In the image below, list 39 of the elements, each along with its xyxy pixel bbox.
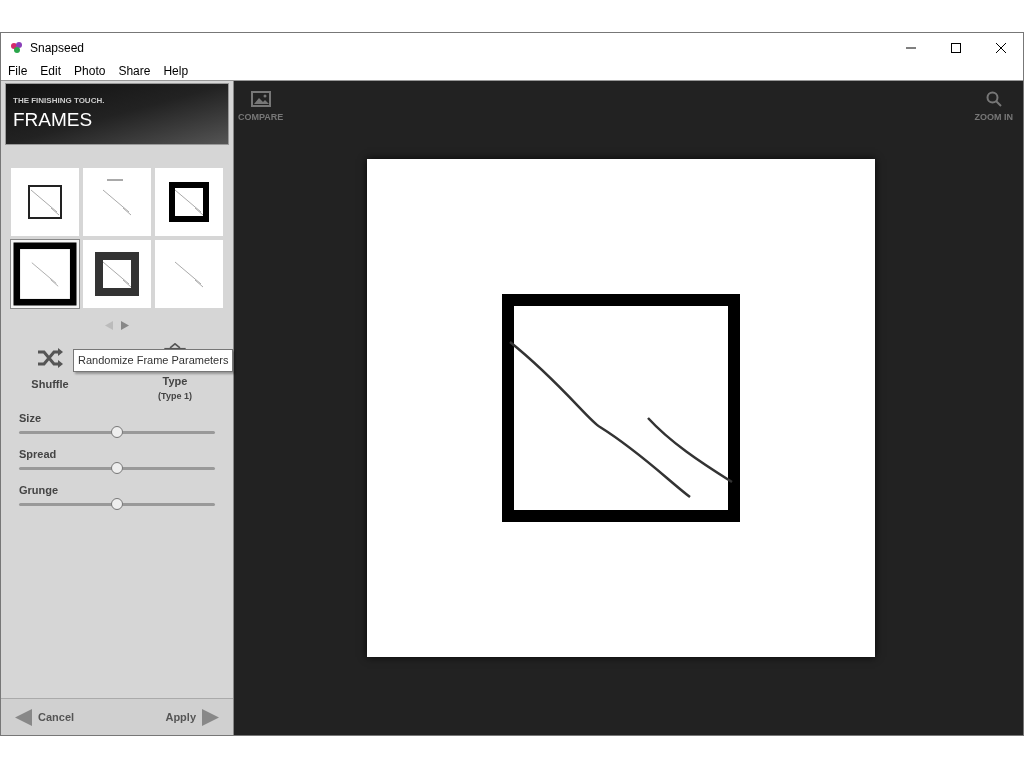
- maximize-icon: [950, 42, 961, 53]
- panel-subtitle: THE FINISHING TOUCH.: [13, 96, 106, 105]
- slider-thumb[interactable]: [111, 426, 123, 438]
- next-arrow-icon[interactable]: [121, 321, 129, 330]
- cancel-button[interactable]: Cancel: [15, 708, 75, 726]
- slider-label: Grunge: [19, 485, 60, 496]
- app-logo-icon: [10, 40, 24, 55]
- slider[interactable]: [19, 461, 215, 475]
- compare-button[interactable]: COMPARE: [238, 91, 284, 127]
- shuffle-icon: [37, 347, 63, 369]
- frame-thumbnail[interactable]: [11, 168, 79, 236]
- frame-thumbnail[interactable]: [155, 240, 223, 308]
- search-icon: [985, 91, 1002, 107]
- frame-thumbnail[interactable]: [11, 240, 79, 308]
- left-triangle-icon: [15, 708, 32, 726]
- frame-thumbnail[interactable]: [83, 168, 151, 236]
- window-title: Snapseed: [30, 39, 85, 57]
- previous-arrow-icon[interactable]: [105, 321, 113, 330]
- apply-button[interactable]: Apply: [165, 708, 219, 726]
- panel-title: FRAMES: [13, 107, 94, 132]
- slider[interactable]: [19, 497, 215, 511]
- menu-item[interactable]: Help: [163, 62, 189, 80]
- frame-thumbnail[interactable]: [83, 240, 151, 308]
- shuffle-button[interactable]: Shuffle: [29, 343, 71, 403]
- zoom-in-button[interactable]: ZOOM IN: [974, 91, 1013, 127]
- right-triangle-icon: [202, 708, 219, 726]
- tooltip: Randomize Frame Parameters: [73, 349, 234, 372]
- menu-item[interactable]: File: [8, 62, 28, 80]
- slider-label: Spread: [19, 449, 58, 460]
- frame-thumbnail[interactable]: [155, 168, 223, 236]
- close-icon: [995, 42, 1006, 53]
- menu-item[interactable]: Share: [118, 62, 151, 80]
- slider-label: Size: [19, 413, 42, 424]
- menu-item[interactable]: Photo: [74, 62, 106, 80]
- slider-thumb[interactable]: [111, 462, 123, 474]
- slider[interactable]: [19, 425, 215, 439]
- image-icon: [250, 91, 271, 107]
- menu-item[interactable]: Edit: [40, 62, 62, 80]
- slider-thumb[interactable]: [111, 498, 123, 510]
